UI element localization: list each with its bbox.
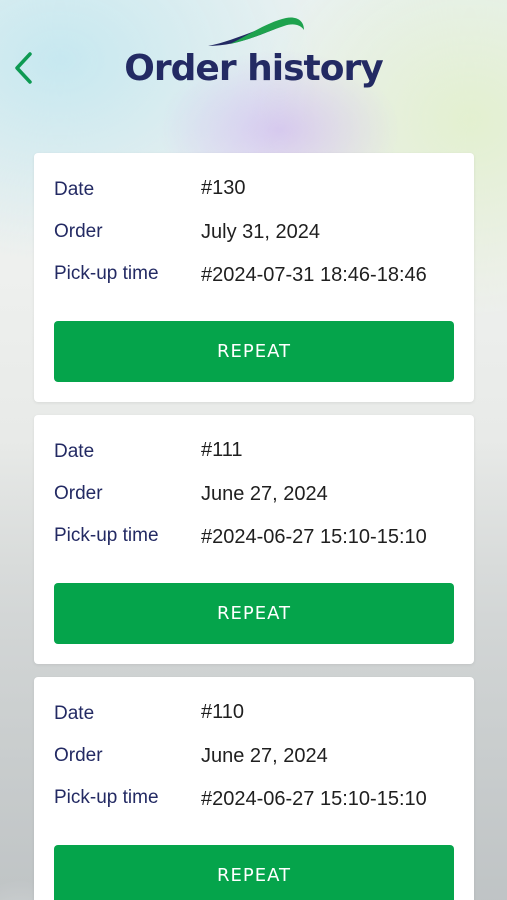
pickup-label: Pick-up time [54,787,159,808]
date-value: #130 [201,177,246,199]
date-value: #111 [201,439,243,461]
date-label: Date [54,179,95,200]
order-card: Date #130 Order July 31, 2024 Pick-up ti… [34,153,474,402]
pickup-label: Pick-up time [54,525,159,546]
order-value: June 27, 2024 [201,745,328,767]
order-value: June 27, 2024 [201,483,328,505]
order-label: Order [54,221,103,242]
page-title: Order history [124,48,383,89]
repeat-button[interactable]: REPEAT [54,321,454,382]
repeat-button[interactable]: REPEAT [54,583,454,644]
pickup-label: Pick-up time [54,263,159,284]
order-label: Order [54,745,103,766]
date-label: Date [54,703,95,724]
order-card: Date #110 Order June 27, 2024 Pick-up ti… [34,677,474,900]
header: Order history [0,0,507,140]
order-value: July 31, 2024 [201,221,320,243]
order-label: Order [54,483,103,504]
pickup-value: #2024-06-27 15:10-15:10 [201,526,427,548]
date-label: Date [54,441,95,462]
order-card: Date #111 Order June 27, 2024 Pick-up ti… [34,415,474,664]
date-value: #110 [201,701,245,723]
pickup-value: #2024-07-31 18:46-18:46 [201,264,427,286]
pickup-value: #2024-06-27 15:10-15:10 [201,788,427,810]
repeat-button[interactable]: REPEAT [54,845,454,900]
